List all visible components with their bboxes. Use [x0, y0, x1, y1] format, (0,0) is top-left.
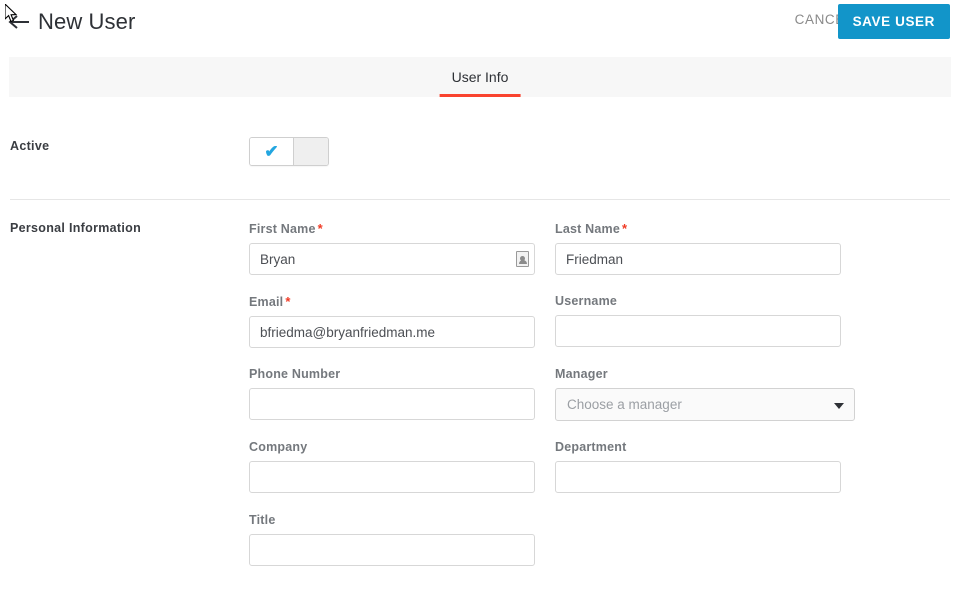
contact-card-autofill-icon[interactable]	[516, 251, 529, 267]
input-wrap-last-name	[555, 243, 841, 275]
title-input[interactable]	[249, 534, 535, 566]
select-wrap-manager: Choose a manager	[555, 388, 855, 421]
label-first-name: First Name *	[249, 221, 535, 237]
required-marker-email: *	[285, 294, 291, 309]
first-name-input[interactable]	[249, 243, 535, 275]
label-username-text: Username	[555, 294, 618, 308]
label-username: Username	[555, 294, 841, 309]
last-name-input[interactable]	[555, 243, 841, 275]
label-last-name: Last Name *	[555, 221, 841, 237]
input-wrap-company	[249, 461, 535, 493]
field-department: Department	[555, 440, 841, 493]
phone-number-input[interactable]	[249, 388, 535, 420]
label-department: Department	[555, 440, 841, 455]
label-company: Company	[249, 440, 535, 455]
input-wrap-title	[249, 534, 535, 566]
field-manager: Manager Choose a manager	[555, 367, 855, 421]
field-phone-number: Phone Number	[249, 367, 535, 420]
label-first-name-text: First Name	[249, 222, 316, 236]
label-title-text: Title	[249, 513, 276, 527]
user-info-form: First Name* Last Name* Email*	[0, 0, 960, 591]
department-input[interactable]	[555, 461, 841, 493]
field-company: Company	[249, 440, 535, 493]
label-last-name-text: Last Name	[555, 222, 621, 236]
input-wrap-phone-number	[249, 388, 535, 420]
company-input[interactable]	[249, 461, 535, 493]
label-manager-text: Manager	[555, 367, 608, 381]
input-wrap-username	[555, 315, 841, 347]
field-title: Title	[249, 513, 535, 566]
manager-select[interactable]: Choose a manager	[555, 388, 855, 421]
field-last-name: Last Name *	[555, 221, 841, 275]
input-wrap-first-name	[249, 243, 535, 275]
label-email: Email *	[249, 294, 535, 310]
field-email: Email *	[249, 294, 535, 348]
label-title: Title	[249, 513, 535, 528]
label-department-text: Department	[555, 440, 627, 454]
label-phone-number: Phone Number	[249, 367, 535, 382]
input-wrap-email	[249, 316, 535, 348]
field-username: Username	[555, 294, 841, 347]
required-marker-first-name: *	[317, 221, 323, 236]
required-marker-last-name: *	[622, 221, 628, 236]
username-input[interactable]	[555, 315, 841, 347]
label-manager: Manager	[555, 367, 855, 382]
label-company-text: Company	[249, 440, 308, 454]
label-email-text: Email	[249, 295, 284, 309]
input-wrap-department	[555, 461, 841, 493]
new-user-page: New User CANCEL SAVE USER User Info Acti…	[0, 0, 960, 591]
field-first-name: First Name *	[249, 221, 535, 275]
label-phone-number-text: Phone Number	[249, 367, 341, 381]
email-input[interactable]	[249, 316, 535, 348]
